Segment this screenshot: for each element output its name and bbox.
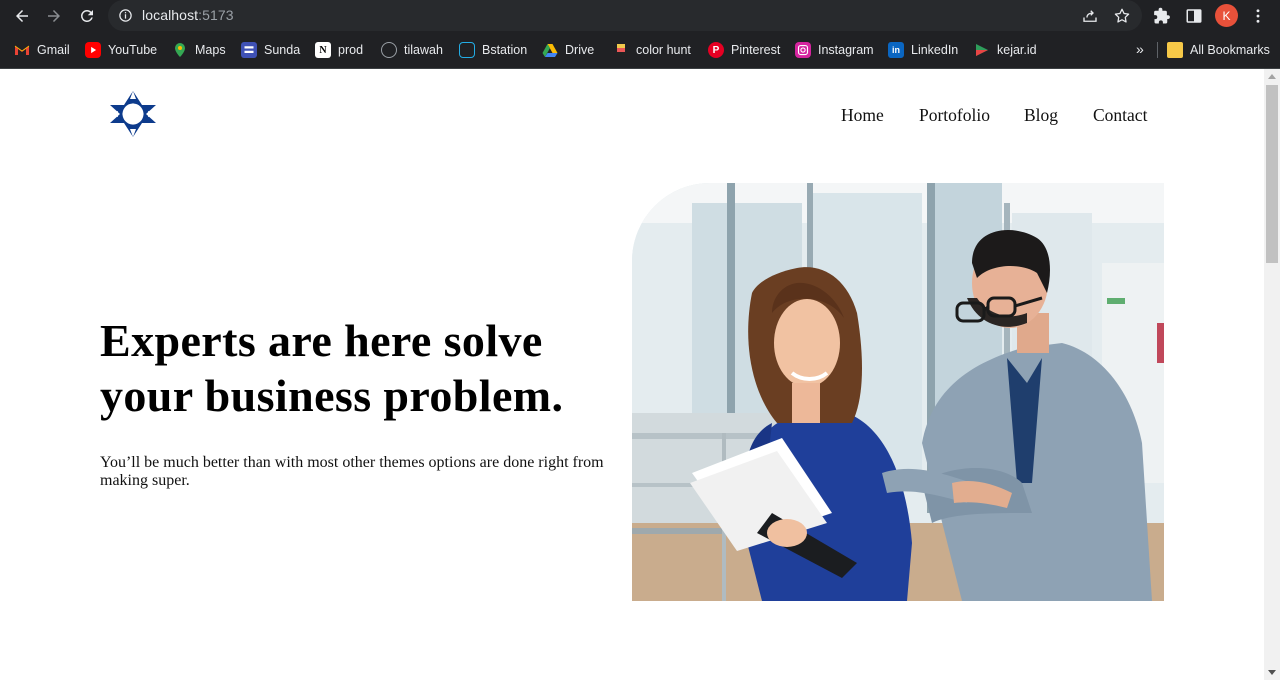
bookmark-gmail[interactable]: Gmail (14, 41, 70, 59)
colorhunt-icon (613, 42, 629, 58)
star-icon[interactable] (1113, 7, 1131, 25)
nav-contact[interactable]: Contact (1093, 105, 1147, 126)
side-panel-icon (1186, 9, 1202, 23)
notion-icon: N (315, 42, 331, 58)
youtube-icon (85, 42, 101, 58)
hero-subtitle: You’ll be much better than with most oth… (100, 454, 604, 489)
bookmark-color-hunt[interactable]: color hunt (613, 41, 691, 59)
pinterest-icon: P (708, 42, 724, 58)
back-button[interactable] (10, 4, 34, 28)
gmail-icon (14, 42, 30, 58)
puzzle-icon (1154, 7, 1170, 24)
bookmark-prod[interactable]: N prod (315, 41, 363, 59)
profile-avatar[interactable]: K (1215, 4, 1238, 27)
scroll-down-icon[interactable] (1268, 670, 1276, 675)
forward-button[interactable] (42, 4, 66, 28)
bookmarks-separator (1157, 42, 1158, 58)
bookmark-tilawah[interactable]: tilawah (381, 41, 443, 59)
kejar-icon (974, 42, 990, 58)
more-bookmarks-button[interactable]: » (1136, 41, 1144, 57)
page-viewport: Home Portofolio Blog Contact Experts are… (0, 69, 1264, 680)
extensions-button[interactable] (1152, 6, 1172, 26)
bookmark-youtube[interactable]: YouTube (85, 41, 157, 59)
address-url: localhost:5173 (142, 7, 234, 23)
bookmark-kejar[interactable]: kejar.id (974, 41, 1037, 59)
menu-button[interactable] (1248, 6, 1268, 26)
drive-icon (542, 42, 558, 58)
bookmark-drive[interactable]: Drive (542, 41, 594, 59)
share-icon[interactable] (1081, 7, 1099, 25)
nav-portofolio[interactable]: Portofolio (919, 105, 990, 126)
maps-icon (172, 42, 188, 58)
bstation-icon (459, 42, 475, 58)
side-panel-button[interactable] (1184, 6, 1204, 26)
reload-button[interactable] (75, 4, 99, 28)
browser-toolbar: localhost:5173 K (0, 0, 1280, 32)
tilawah-icon (381, 42, 397, 58)
brand-logo-icon[interactable] (108, 89, 158, 139)
more-vertical-icon (1256, 9, 1260, 23)
sunda-icon (241, 42, 257, 58)
scroll-up-icon[interactable] (1268, 74, 1276, 79)
arrow-right-icon (48, 10, 60, 22)
reload-icon (80, 9, 93, 22)
folder-icon (1167, 42, 1183, 58)
bookmark-bstation[interactable]: Bstation (459, 41, 527, 59)
nav-home[interactable]: Home (841, 105, 884, 126)
instagram-icon (795, 42, 811, 58)
bookmark-maps[interactable]: Maps (172, 41, 226, 59)
hero-photo (632, 183, 1164, 601)
bookmark-linkedin[interactable]: in LinkedIn (888, 41, 958, 59)
bookmark-pinterest[interactable]: P Pinterest (708, 41, 780, 59)
page-scrollbar[interactable] (1264, 69, 1280, 680)
hero-title: Experts are here solve your business pro… (100, 315, 564, 421)
nav-blog[interactable]: Blog (1024, 105, 1058, 126)
bookmark-instagram[interactable]: Instagram (795, 41, 874, 59)
arrow-left-icon (16, 10, 28, 22)
address-bar[interactable]: localhost:5173 (108, 0, 1142, 31)
all-bookmarks-button[interactable]: All Bookmarks (1167, 41, 1270, 59)
scrollbar-thumb[interactable] (1266, 85, 1278, 263)
linkedin-icon: in (888, 42, 904, 58)
bookmark-sunda[interactable]: Sunda (241, 41, 300, 59)
business-people-illustration (632, 183, 1164, 601)
bookmarks-bar: Gmail YouTube Maps Sunda N prod tilawah … (0, 32, 1280, 69)
info-icon[interactable] (118, 8, 133, 23)
